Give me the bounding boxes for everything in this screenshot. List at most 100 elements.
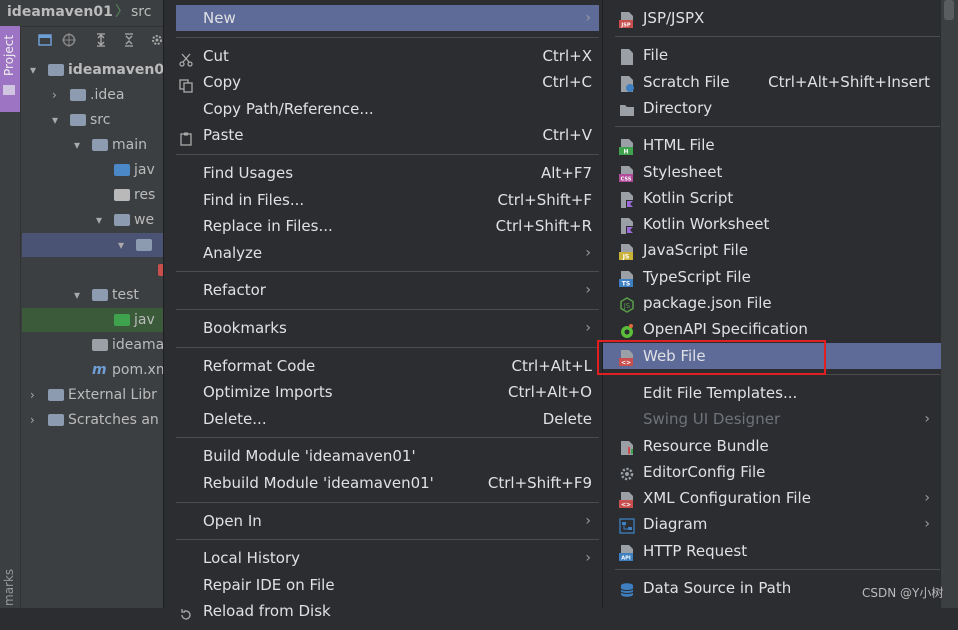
menu-item-delete[interactable]: Delete... Delete <box>176 406 599 432</box>
menu-item-rebuild-module-ideamaven01[interactable]: Rebuild Module 'ideamaven01' Ctrl+Shift+F… <box>176 470 599 496</box>
left-tool-stripe: Project marks <box>0 26 21 608</box>
menu-item-label: Refactor <box>203 281 266 300</box>
submenu-item-html-file[interactable]: H HTML File <box>603 132 942 158</box>
tree-expand-arrow-icon[interactable]: › <box>30 383 40 407</box>
tree-row[interactable]: jav <box>22 308 175 332</box>
menu-item-local-history[interactable]: Local History › <box>176 545 599 571</box>
tree-row[interactable]: › .idea <box>22 83 175 107</box>
kotlin-worksheet-icon <box>619 216 635 235</box>
submenu-item-javascript-file[interactable]: JS JavaScript File <box>603 237 942 263</box>
scissors-icon <box>179 49 193 67</box>
menu-item-shortcut: Ctrl+C <box>542 73 592 92</box>
context-menu: New › Cut Ctrl+X Copy Ctrl+C Copy Path/Referen… <box>163 0 601 620</box>
tree-row[interactable]: m pom.xml <box>22 358 175 382</box>
bookmarks-tool-tab[interactable]: marks <box>0 558 20 608</box>
menu-item-analyze[interactable]: Analyze › <box>176 240 599 266</box>
menu-item-label: Rebuild Module 'ideamaven01' <box>203 474 434 492</box>
submenu-item-jsp-jspx[interactable]: JSP JSP/JSPX <box>603 5 942 31</box>
submenu-item-directory[interactable]: Directory <box>603 95 942 121</box>
tree-row[interactable]: ▾ we <box>22 208 175 232</box>
tree-row[interactable]: › External Libr <box>22 383 175 407</box>
submenu-item-kotlin-script[interactable]: Kotlin Script <box>603 185 942 211</box>
menu-item-label: Analyze <box>203 243 263 262</box>
collapse-all-icon[interactable] <box>122 33 136 47</box>
tree-row[interactable]: ▾ src <box>22 108 175 132</box>
tree-row[interactable]: ▾ <box>22 233 175 257</box>
tree-expand-arrow-icon[interactable]: ▾ <box>74 283 84 307</box>
menu-item-label: Find Usages <box>203 164 294 182</box>
menu-separator <box>176 309 599 310</box>
menu-item-shortcut: Ctrl+Shift+F <box>497 190 592 209</box>
menu-item-refactor[interactable]: Refactor › <box>176 277 599 303</box>
menu-item-cut[interactable]: Cut Ctrl+X <box>176 43 599 69</box>
menu-item-open-in[interactable]: Open In › <box>176 508 599 534</box>
submenu-item-openapi-specification[interactable]: OpenAPI Specification <box>603 316 942 342</box>
tree-row[interactable]: › Scratches an <box>22 408 175 432</box>
breadcrumb-project[interactable]: ideamaven01 <box>7 0 113 24</box>
tree-expand-arrow-icon[interactable]: ▾ <box>52 108 62 132</box>
tree-expand-arrow-icon[interactable]: › <box>52 83 62 107</box>
chevron-right-icon: › <box>585 244 591 261</box>
tree-row[interactable]: ▾ ideamaven0 <box>22 58 175 82</box>
submenu-item-diagram[interactable]: Diagram › <box>603 511 942 537</box>
menu-item-copy-path-reference[interactable]: Copy Path/Reference... <box>176 96 599 122</box>
reload-icon <box>179 604 193 620</box>
menu-item-find-in-files[interactable]: Find in Files... Ctrl+Shift+F <box>176 187 599 213</box>
tree-expand-arrow-icon[interactable]: ▾ <box>96 208 106 232</box>
submenu-item-label: Directory <box>643 98 713 117</box>
watermark: CSDN @Y小树 <box>862 586 944 600</box>
submenu-item-label: HTTP Request <box>643 541 748 560</box>
menu-item-optimize-imports[interactable]: Optimize Imports Ctrl+Alt+O <box>176 379 599 405</box>
menu-item-build-module-ideamaven01[interactable]: Build Module 'ideamaven01' <box>176 443 599 469</box>
menu-item-reformat-code[interactable]: Reformat Code Ctrl+Alt+L <box>176 353 599 379</box>
gear-icon[interactable] <box>150 33 164 47</box>
svg-text:CSS: CSS <box>621 176 632 182</box>
project-tool-tab[interactable]: Project <box>0 26 20 112</box>
tree-expand-arrow-icon[interactable]: ▾ <box>30 58 40 82</box>
menu-item-copy[interactable]: Copy Ctrl+C <box>176 69 599 95</box>
submenu-item-stylesheet[interactable]: CSS Stylesheet <box>603 159 942 185</box>
menu-item-new[interactable]: New › <box>176 5 599 31</box>
tree-row[interactable]: ideamave <box>22 333 175 357</box>
select-opened-file-icon[interactable] <box>38 33 52 47</box>
locate-icon[interactable] <box>62 33 76 47</box>
menu-item-reload-from-disk[interactable]: Reload from Disk <box>176 598 599 624</box>
submenu-item-editorconfig-file[interactable]: EditorConfig File <box>603 459 942 485</box>
submenu-item-file[interactable]: File <box>603 42 942 68</box>
tree-row[interactable]: ▾ main <box>22 133 175 157</box>
submenu-item-label: Kotlin Script <box>643 188 734 207</box>
tree-row[interactable]: jav <box>22 158 175 182</box>
library-icon <box>48 389 64 401</box>
menu-item-find-usages[interactable]: Find Usages Alt+F7 <box>176 160 599 186</box>
tree-expand-arrow-icon[interactable]: ▾ <box>74 133 84 157</box>
tree-expand-arrow-icon[interactable]: ▾ <box>118 233 128 257</box>
submenu-item-xml-configuration-file[interactable]: <> XML Configuration File › <box>603 485 942 511</box>
menu-item-shortcut: Ctrl+Alt+O <box>508 383 592 402</box>
submenu-item-kotlin-worksheet[interactable]: Kotlin Worksheet <box>603 211 942 237</box>
tree-row-label: main <box>112 137 147 153</box>
submenu-item-resource-bundle[interactable]: Resource Bundle <box>603 433 942 459</box>
submenu-item-edit-file-templates[interactable]: Edit File Templates... <box>603 380 942 406</box>
folder-icon <box>136 239 152 251</box>
tree-row-label: External Libr <box>68 387 157 403</box>
submenu-item-http-request[interactable]: API HTTP Request <box>603 538 942 564</box>
submenu-item-scratch-file[interactable]: Scratch File Ctrl+Alt+Shift+Insert <box>603 69 942 95</box>
tree-row[interactable]: ▾ test <box>22 283 175 307</box>
menu-item-label: Optimize Imports <box>203 383 333 402</box>
database-icon <box>619 580 635 597</box>
menu-item-bookmarks[interactable]: Bookmarks › <box>176 315 599 341</box>
tree-row-label: jav <box>134 312 155 328</box>
menu-item-repair-ide-on-file[interactable]: Repair IDE on File <box>176 572 599 598</box>
submenu-item-package-json-file[interactable]: JS package.json File <box>603 290 942 316</box>
tree-expand-arrow-icon[interactable]: › <box>30 408 40 432</box>
menu-item-label: Copy Path/Reference... <box>203 99 374 118</box>
menu-item-replace-in-files[interactable]: Replace in Files... Ctrl+Shift+R <box>176 213 599 239</box>
tree-row[interactable]: res <box>22 183 175 207</box>
tree-row[interactable] <box>22 258 175 282</box>
breadcrumb-src[interactable]: src <box>131 0 151 24</box>
submenu-item-typescript-file[interactable]: TS TypeScript File <box>603 264 942 290</box>
expand-all-icon[interactable] <box>94 33 108 47</box>
menu-item-paste[interactable]: Paste Ctrl+V <box>176 122 599 148</box>
scrollbar-thumb[interactable] <box>944 0 954 20</box>
submenu-item-label: HTML File <box>643 136 715 155</box>
